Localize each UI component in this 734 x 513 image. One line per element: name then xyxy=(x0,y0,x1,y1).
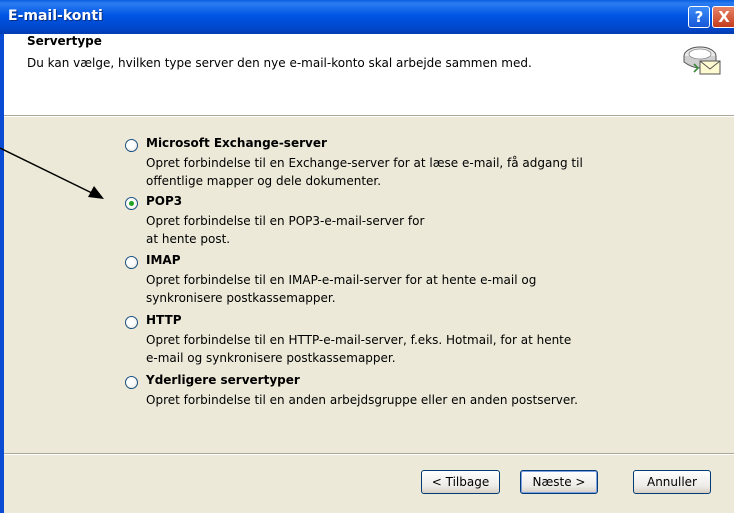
desc-line: Opret forbindelse til en Exchange-server… xyxy=(146,156,583,170)
option-imap-description: Opret forbindelse til en IMAP-e-mail-ser… xyxy=(146,271,536,307)
option-pop3-description: Opret forbindelse til en POP3-e-mail-ser… xyxy=(146,212,424,248)
option-http-label[interactable]: HTTP xyxy=(146,313,181,327)
back-button[interactable]: < Tilbage xyxy=(421,470,500,494)
option-exchange-label[interactable]: Microsoft Exchange-server xyxy=(146,136,327,150)
desc-line: offentlige mapper og dele dokumenter. xyxy=(146,174,382,188)
desc-line: at hente post. xyxy=(146,232,231,246)
page-description: Du kan vælge, hvilken type server den ny… xyxy=(27,56,532,70)
next-button[interactable]: Næste > xyxy=(520,470,598,494)
desc-line: Opret forbindelse til en IMAP-e-mail-ser… xyxy=(146,273,537,287)
desc-line: e-mail og synkronisere postkassemapper. xyxy=(146,351,396,365)
desc-line: Opret forbindelse til en HTTP-e-mail-ser… xyxy=(146,333,572,347)
page-title: Servertype xyxy=(27,34,102,48)
option-exchange-description: Opret forbindelse til en Exchange-server… xyxy=(146,154,583,190)
option-imap-label[interactable]: IMAP xyxy=(146,253,181,267)
title-bar[interactable]: E-mail-konti ? X xyxy=(0,0,734,34)
option-http-description: Opret forbindelse til en HTTP-e-mail-ser… xyxy=(146,331,571,367)
radio-pop3[interactable] xyxy=(125,197,138,210)
window-title: E-mail-konti xyxy=(8,8,103,24)
email-accounts-dialog: E-mail-konti ? X Servertype Du kan vælge… xyxy=(0,0,734,513)
help-button[interactable]: ? xyxy=(688,6,710,28)
cancel-button[interactable]: Annuller xyxy=(633,470,711,494)
option-other-description: Opret forbindelse til en anden arbejdsgr… xyxy=(146,391,578,409)
radio-imap[interactable] xyxy=(125,256,138,269)
radio-http[interactable] xyxy=(125,316,138,329)
desc-line: Opret forbindelse til en POP3-e-mail-ser… xyxy=(146,214,425,228)
option-other-label[interactable]: Yderligere servertyper xyxy=(146,373,300,387)
mail-server-icon xyxy=(683,46,721,75)
close-button[interactable]: X xyxy=(712,6,734,28)
desc-line: Opret forbindelse til en anden arbejdsgr… xyxy=(146,393,578,407)
radio-other[interactable] xyxy=(125,376,138,389)
annotation-arrow xyxy=(0,147,104,199)
footer-divider-highlight xyxy=(4,454,734,455)
option-pop3-label[interactable]: POP3 xyxy=(146,194,182,208)
radio-exchange[interactable] xyxy=(125,139,138,152)
desc-line: synkronisere postkassemapper. xyxy=(146,291,336,305)
